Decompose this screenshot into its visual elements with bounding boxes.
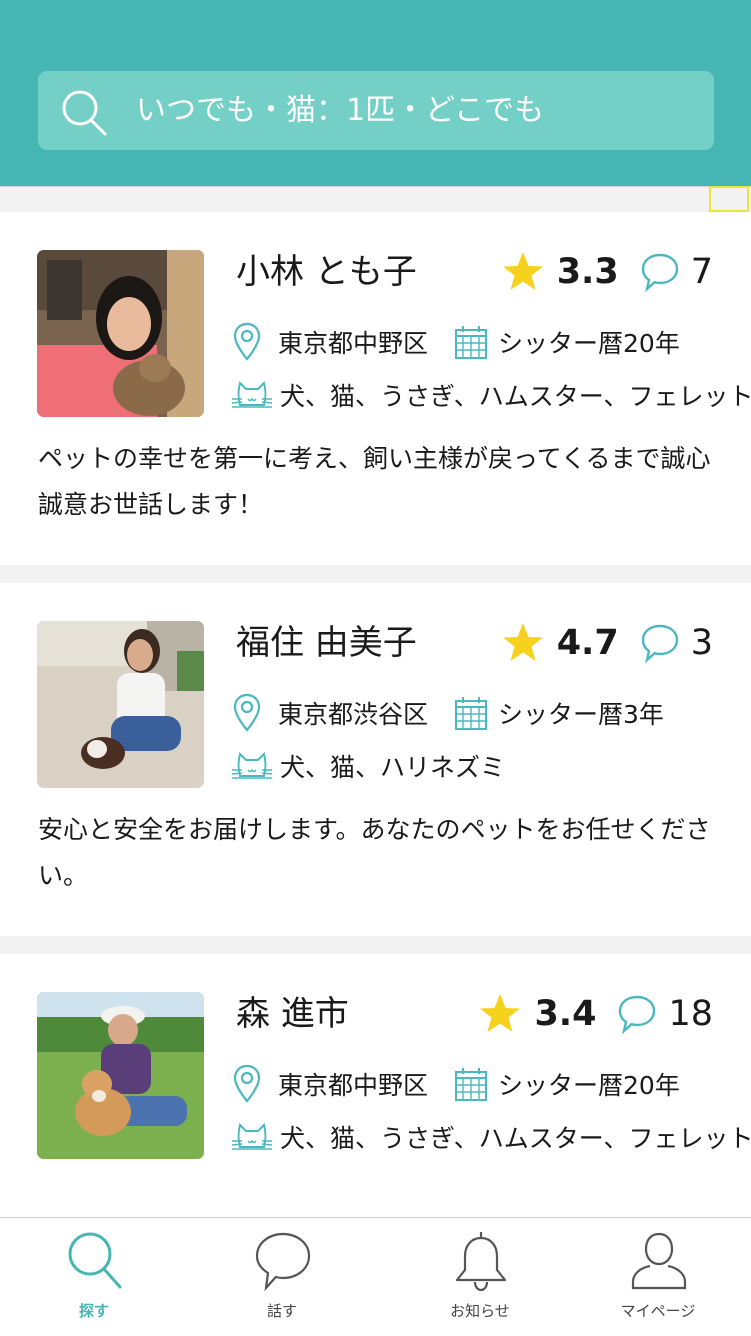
sitter-info-row: 東京都渋谷区 シッター暦3年 [232, 691, 664, 735]
sitter-experience: シッター暦3年 [498, 700, 664, 729]
sitter-name: 森 進市 [236, 994, 349, 1034]
location-pin-icon [233, 1064, 261, 1103]
sitter-experience: シッター暦20年 [498, 1071, 680, 1100]
tab-mypage[interactable]: マイページ [588, 1218, 728, 1336]
bottom-tab-bar: 探す 話す お知らせ マイページ [0, 1217, 751, 1336]
person-icon [631, 1232, 687, 1290]
search-icon [68, 1232, 122, 1289]
sitter-info-row: 東京都中野区 シッター暦20年 [232, 320, 680, 364]
section-divider [0, 565, 751, 583]
rating-value: 3.3 [556, 252, 619, 292]
sitter-pets: 犬、猫、うさぎ、ハムスター、フェレット [280, 1124, 751, 1153]
app-header: いつでも・猫：1匹・どこでも [0, 0, 751, 186]
tab-label: 話す [266, 1302, 297, 1320]
sitter-pets: 犬、猫、ハリネズミ [280, 753, 506, 782]
sitter-description: 安心と安全をお届けします。あなたのペットをお任せください。 [38, 815, 711, 890]
tab-label: 探す [78, 1302, 109, 1320]
sitter-stats: 3.3 7 [501, 248, 713, 296]
rating-value: 4.7 [556, 623, 619, 663]
location-pin-icon [233, 693, 261, 732]
focus-marker [709, 186, 749, 212]
tab-label: マイページ [620, 1302, 696, 1320]
calendar-icon [455, 1068, 488, 1101]
sitter-photo [37, 992, 204, 1159]
sitter-location: 東京都中野区 [278, 329, 429, 358]
sitter-card[interactable]: 森 進市 3.4 18 東京都中野区 シッター暦20年 犬、猫、うさぎ、ハムスタ… [0, 954, 751, 1217]
sitter-name: 小林 とも子 [236, 252, 417, 292]
review-count: 3 [690, 623, 713, 663]
cat-icon [232, 1123, 272, 1150]
search-condition-text: いつでも・猫：1匹・どこでも [136, 93, 545, 128]
chat-icon [255, 1232, 311, 1292]
tab-label: お知らせ [450, 1302, 510, 1320]
comment-icon [619, 995, 656, 1035]
tab-notifications[interactable]: お知らせ [410, 1218, 550, 1336]
sitter-location: 東京都中野区 [278, 1071, 429, 1100]
sitter-stats: 4.7 3 [501, 619, 713, 667]
section-divider [0, 936, 751, 954]
search-bar[interactable]: いつでも・猫：1匹・どこでも [38, 71, 714, 150]
bell-icon [455, 1232, 507, 1292]
tab-search[interactable]: 探す [24, 1218, 164, 1336]
review-count: 18 [668, 994, 713, 1034]
sitter-stats: 3.4 18 [478, 990, 713, 1038]
comment-icon [641, 624, 678, 664]
comment-icon [641, 253, 678, 293]
location-pin-icon [233, 322, 261, 361]
sitter-photo [37, 250, 204, 417]
sitter-info-row: 東京都中野区 シッター暦20年 [232, 1062, 680, 1106]
tab-chat[interactable]: 話す [212, 1218, 352, 1336]
calendar-icon [455, 697, 488, 730]
sitter-pets: 犬、猫、うさぎ、ハムスター、フェレット [280, 382, 751, 411]
calendar-icon [455, 326, 488, 359]
sitter-pets-row: 犬、猫、うさぎ、ハムスター、フェレット [232, 1115, 751, 1159]
sitter-pets-row: 犬、猫、うさぎ、ハムスター、フェレット [232, 373, 751, 417]
cat-icon [232, 752, 272, 779]
sitter-card[interactable]: 福住 由美子 4.7 3 東京都渋谷区 シッター暦3年 犬、猫、ハリネズミ 安心… [0, 583, 751, 918]
cat-icon [232, 381, 272, 408]
search-icon [62, 90, 107, 136]
star-icon [502, 623, 543, 661]
sitter-card[interactable]: 小林 とも子 3.3 7 東京都中野区 シッター暦20年 犬、猫、うさぎ、ハムス… [0, 212, 751, 547]
sitter-experience: シッター暦20年 [498, 329, 680, 358]
sitter-pets-row: 犬、猫、ハリネズミ [232, 744, 505, 788]
sitter-name: 福住 由美子 [236, 623, 417, 663]
star-icon [480, 994, 521, 1032]
section-divider [0, 186, 751, 213]
sitter-photo [37, 621, 204, 788]
sitter-description: ペットの幸せを第一に考え、飼い主様が戻ってくるまで誠心誠意お世話します！ [38, 444, 711, 519]
star-icon [502, 252, 543, 290]
review-count: 7 [690, 252, 713, 292]
sitter-location: 東京都渋谷区 [278, 700, 429, 729]
rating-value: 3.4 [534, 994, 597, 1034]
